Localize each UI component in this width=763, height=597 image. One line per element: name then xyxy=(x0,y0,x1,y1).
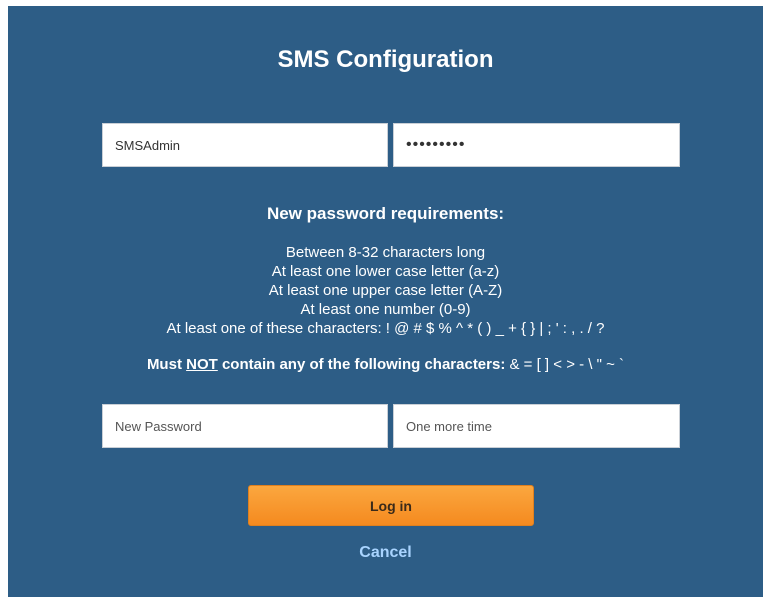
username-field[interactable] xyxy=(102,123,388,167)
requirement-uppercase: At least one upper case letter (A-Z) xyxy=(268,282,503,299)
confirm-password-field[interactable] xyxy=(393,404,680,448)
cancel-link[interactable]: Cancel xyxy=(8,544,763,562)
forbidden-not-emphasis: NOT xyxy=(186,356,218,373)
forbidden-prefix: Must xyxy=(146,356,182,373)
requirements-list: Between 8-32 characters long At least on… xyxy=(8,243,763,338)
requirement-number: At least one number (0-9) xyxy=(300,301,471,318)
forbidden-chars: & = [ ] < > - \ " ~ ` xyxy=(509,356,625,373)
forbidden-characters-note: Must NOT contain any of the following ch… xyxy=(8,356,763,373)
requirement-lowercase: At least one lower case letter (a-z) xyxy=(271,263,500,280)
new-password-field[interactable] xyxy=(102,404,388,448)
page-title: SMS Configuration xyxy=(277,46,494,73)
login-button[interactable]: Log in xyxy=(248,485,534,526)
sms-config-panel: SMS Configuration New password requireme… xyxy=(8,6,763,597)
requirement-special-char: At least one of these characters: ! @ # … xyxy=(166,320,605,337)
requirement-length: Between 8-32 characters long xyxy=(285,244,486,261)
current-password-field[interactable] xyxy=(393,123,680,167)
requirements-heading: New password requirements: xyxy=(266,204,505,223)
forbidden-middle: contain any of the following characters: xyxy=(221,356,506,373)
